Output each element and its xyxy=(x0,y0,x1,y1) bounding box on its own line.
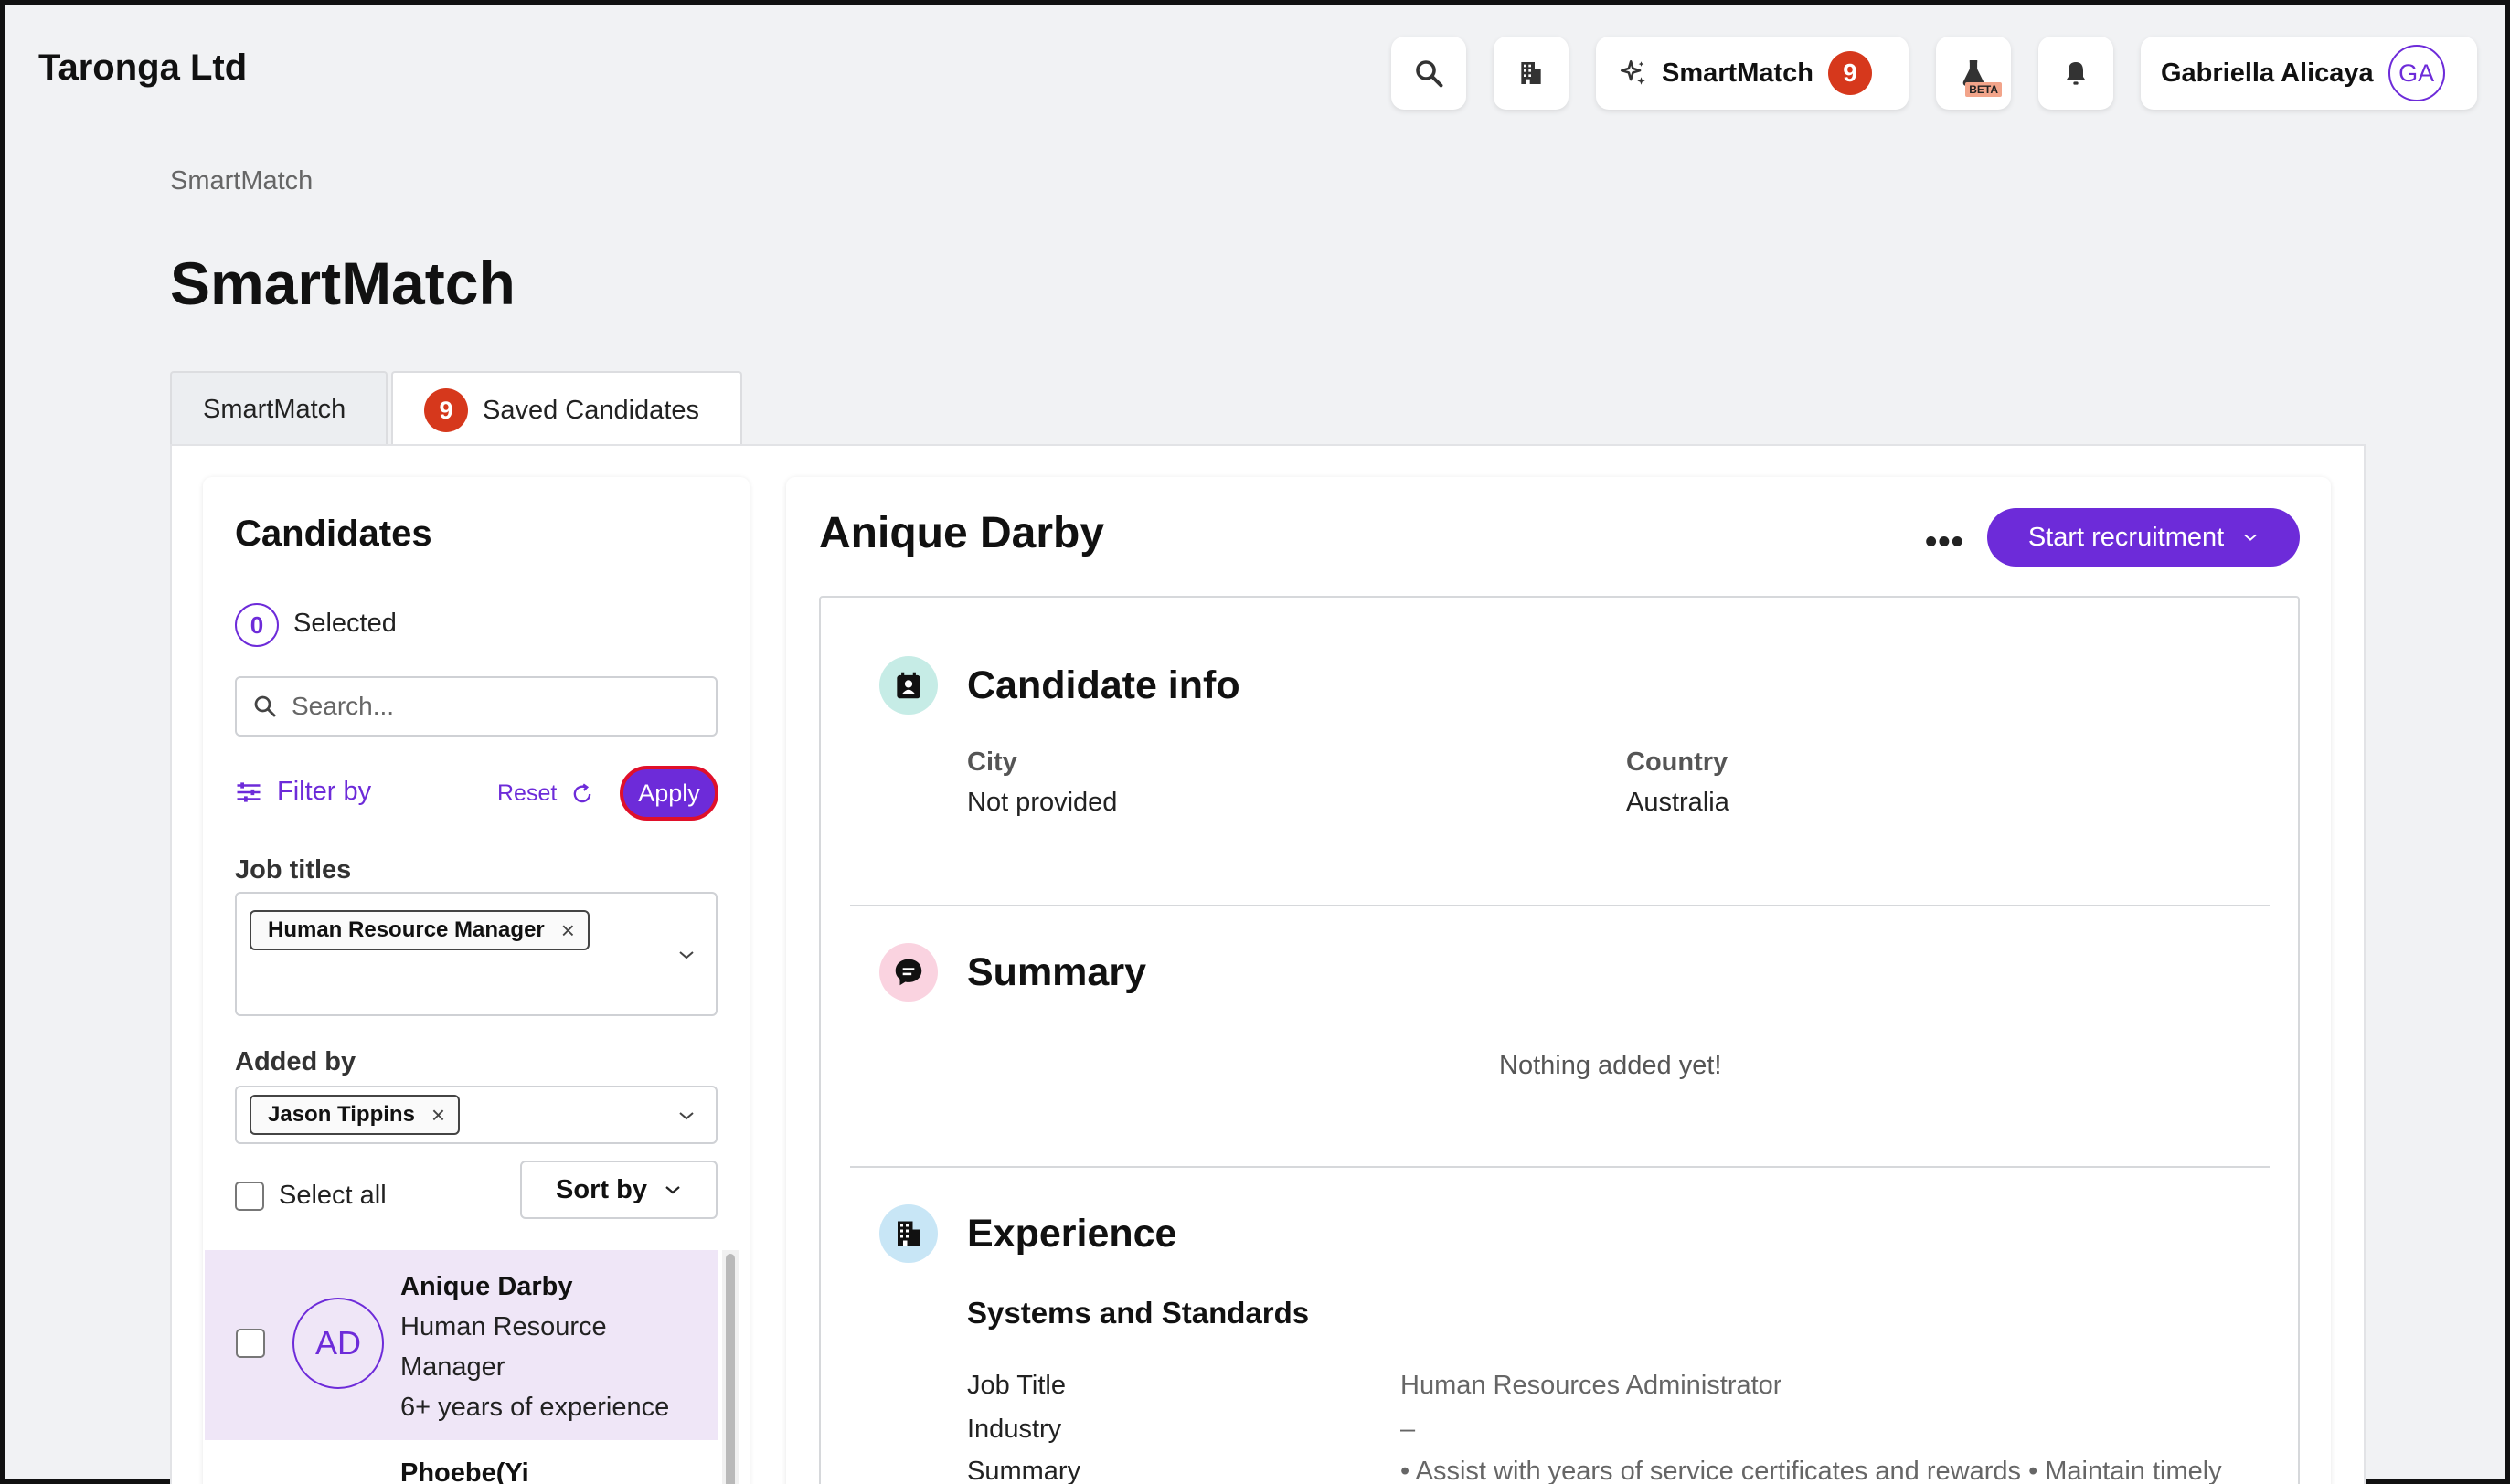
remove-chip-icon[interactable]: × xyxy=(431,1101,445,1129)
candidate-info-heading: Candidate info xyxy=(967,663,1240,707)
candidate-experience: 6+ years of experience xyxy=(400,1393,670,1422)
exp-summary-row-clip: Summary • Assist with years of service c… xyxy=(967,1455,2274,1484)
labs-beta-button[interactable]: BETA xyxy=(1936,37,2011,110)
sparkle-icon xyxy=(1620,59,1645,85)
chevron-down-icon xyxy=(665,1186,680,1194)
breadcrumb[interactable]: SmartMatch xyxy=(170,166,313,196)
added-by-label: Added by xyxy=(235,1047,356,1076)
summary-empty-text: Nothing added yet! xyxy=(1499,1051,1722,1080)
select-all-checkbox[interactable] xyxy=(235,1181,264,1211)
job-title-chip: Human Resource Manager × xyxy=(250,910,590,950)
candidate-list-item[interactable]: Phoebe(Yi xyxy=(205,1440,718,1484)
candidate-checkbox[interactable] xyxy=(236,1329,265,1358)
building-icon xyxy=(1521,62,1541,84)
reset-label: Reset xyxy=(497,780,558,806)
search-icon xyxy=(254,695,276,717)
candidate-role-line1: Human Resource xyxy=(400,1312,607,1341)
candidate-name: Anique Darby xyxy=(400,1272,573,1301)
smartmatch-header-button[interactable]: SmartMatch 9 xyxy=(1596,37,1909,110)
added-by-chip-label: Jason Tippins xyxy=(268,1102,415,1127)
job-title-chip-label: Human Resource Manager xyxy=(268,917,545,942)
experience-company: Systems and Standards xyxy=(967,1296,1310,1330)
company-button[interactable] xyxy=(1494,37,1569,110)
contact-card-icon xyxy=(879,656,938,715)
candidate-name: Phoebe(Yi xyxy=(400,1458,529,1484)
exp-job-title-value: Human Resources Administrator xyxy=(1400,1371,1782,1400)
select-all-label: Select all xyxy=(279,1181,387,1210)
brand-name: Taronga Ltd xyxy=(38,48,248,88)
country-label: Country xyxy=(1626,747,1728,777)
selected-label: Selected xyxy=(293,609,397,638)
exp-summary-label: Summary xyxy=(967,1457,1081,1484)
chevron-down-icon xyxy=(679,1112,694,1120)
user-menu-button[interactable]: Gabriella Alicaya GA xyxy=(2141,37,2477,110)
job-titles-select[interactable]: Human Resource Manager × xyxy=(235,892,718,1016)
selected-count: 0 xyxy=(235,603,279,647)
sort-by-label: Sort by xyxy=(556,1174,647,1204)
notifications-button[interactable] xyxy=(2038,37,2113,110)
candidates-heading: Candidates xyxy=(235,514,432,554)
building-icon xyxy=(879,1204,938,1263)
refresh-icon xyxy=(573,783,591,802)
select-all-control[interactable]: Select all xyxy=(235,1181,387,1211)
summary-heading: Summary xyxy=(967,950,1146,994)
tab-smartmatch[interactable]: SmartMatch xyxy=(170,371,388,446)
tab-saved-candidates[interactable]: 9 Saved Candidates xyxy=(391,371,742,448)
sliders-icon xyxy=(237,781,261,802)
experience-heading: Experience xyxy=(967,1212,1177,1256)
sort-by-button[interactable]: Sort by xyxy=(520,1161,718,1219)
exp-industry-label: Industry xyxy=(967,1415,1062,1444)
bell-icon xyxy=(2066,62,2086,85)
city-value: Not provided xyxy=(967,788,1118,817)
exp-industry-value: – xyxy=(1400,1415,1416,1444)
remove-chip-icon[interactable]: × xyxy=(561,917,575,945)
candidate-detail-name: Anique Darby xyxy=(819,509,1105,557)
apply-filters-button[interactable]: Apply xyxy=(620,766,718,821)
tab-saved-candidates-label: Saved Candidates xyxy=(483,395,699,425)
saved-count-badge: 9 xyxy=(424,388,468,432)
beta-tag: BETA xyxy=(1965,82,2002,97)
search-input[interactable] xyxy=(292,692,694,721)
candidate-role-line2: Manager xyxy=(400,1352,505,1382)
added-by-select[interactable]: Jason Tippins × xyxy=(235,1086,718,1144)
search-icon xyxy=(1416,60,1443,88)
candidate-list-item[interactable]: AD Anique Darby Human Resource Manager 6… xyxy=(205,1250,718,1440)
user-avatar: GA xyxy=(2388,45,2445,101)
city-label: City xyxy=(967,747,1017,777)
tab-smartmatch-label: SmartMatch xyxy=(203,394,346,424)
section-divider xyxy=(850,905,2270,906)
candidate-detail-box xyxy=(819,596,2300,1484)
start-recruitment-label: Start recruitment xyxy=(2027,522,2225,552)
candidate-search[interactable] xyxy=(235,676,718,737)
exp-summary-value: • Assist with years of service certifica… xyxy=(1400,1457,2222,1484)
smartmatch-count-badge: 9 xyxy=(1828,51,1872,95)
country-value: Australia xyxy=(1626,788,1729,817)
candidate-avatar: AD xyxy=(292,1298,384,1389)
scrollbar-thumb[interactable] xyxy=(726,1254,735,1484)
smartmatch-header-label: SmartMatch xyxy=(1662,58,1813,88)
start-recruitment-button[interactable]: Start recruitment xyxy=(1987,508,2300,567)
chevron-down-icon xyxy=(679,951,694,959)
search-button[interactable] xyxy=(1391,37,1466,110)
more-options-button[interactable]: ••• xyxy=(1925,523,1964,562)
filter-by-toggle[interactable]: Filter by xyxy=(235,777,371,807)
section-divider xyxy=(850,1166,2270,1168)
reset-filters-button[interactable]: Reset xyxy=(497,780,595,807)
added-by-chip: Jason Tippins × xyxy=(250,1095,461,1135)
user-name: Gabriella Alicaya xyxy=(2161,58,2374,88)
job-titles-label: Job titles xyxy=(235,855,352,885)
filter-by-label: Filter by xyxy=(277,777,372,806)
exp-job-title-label: Job Title xyxy=(967,1371,1066,1400)
page-title: SmartMatch xyxy=(170,249,516,317)
speech-bubble-icon xyxy=(879,943,938,1002)
chevron-down-icon xyxy=(2244,534,2257,541)
